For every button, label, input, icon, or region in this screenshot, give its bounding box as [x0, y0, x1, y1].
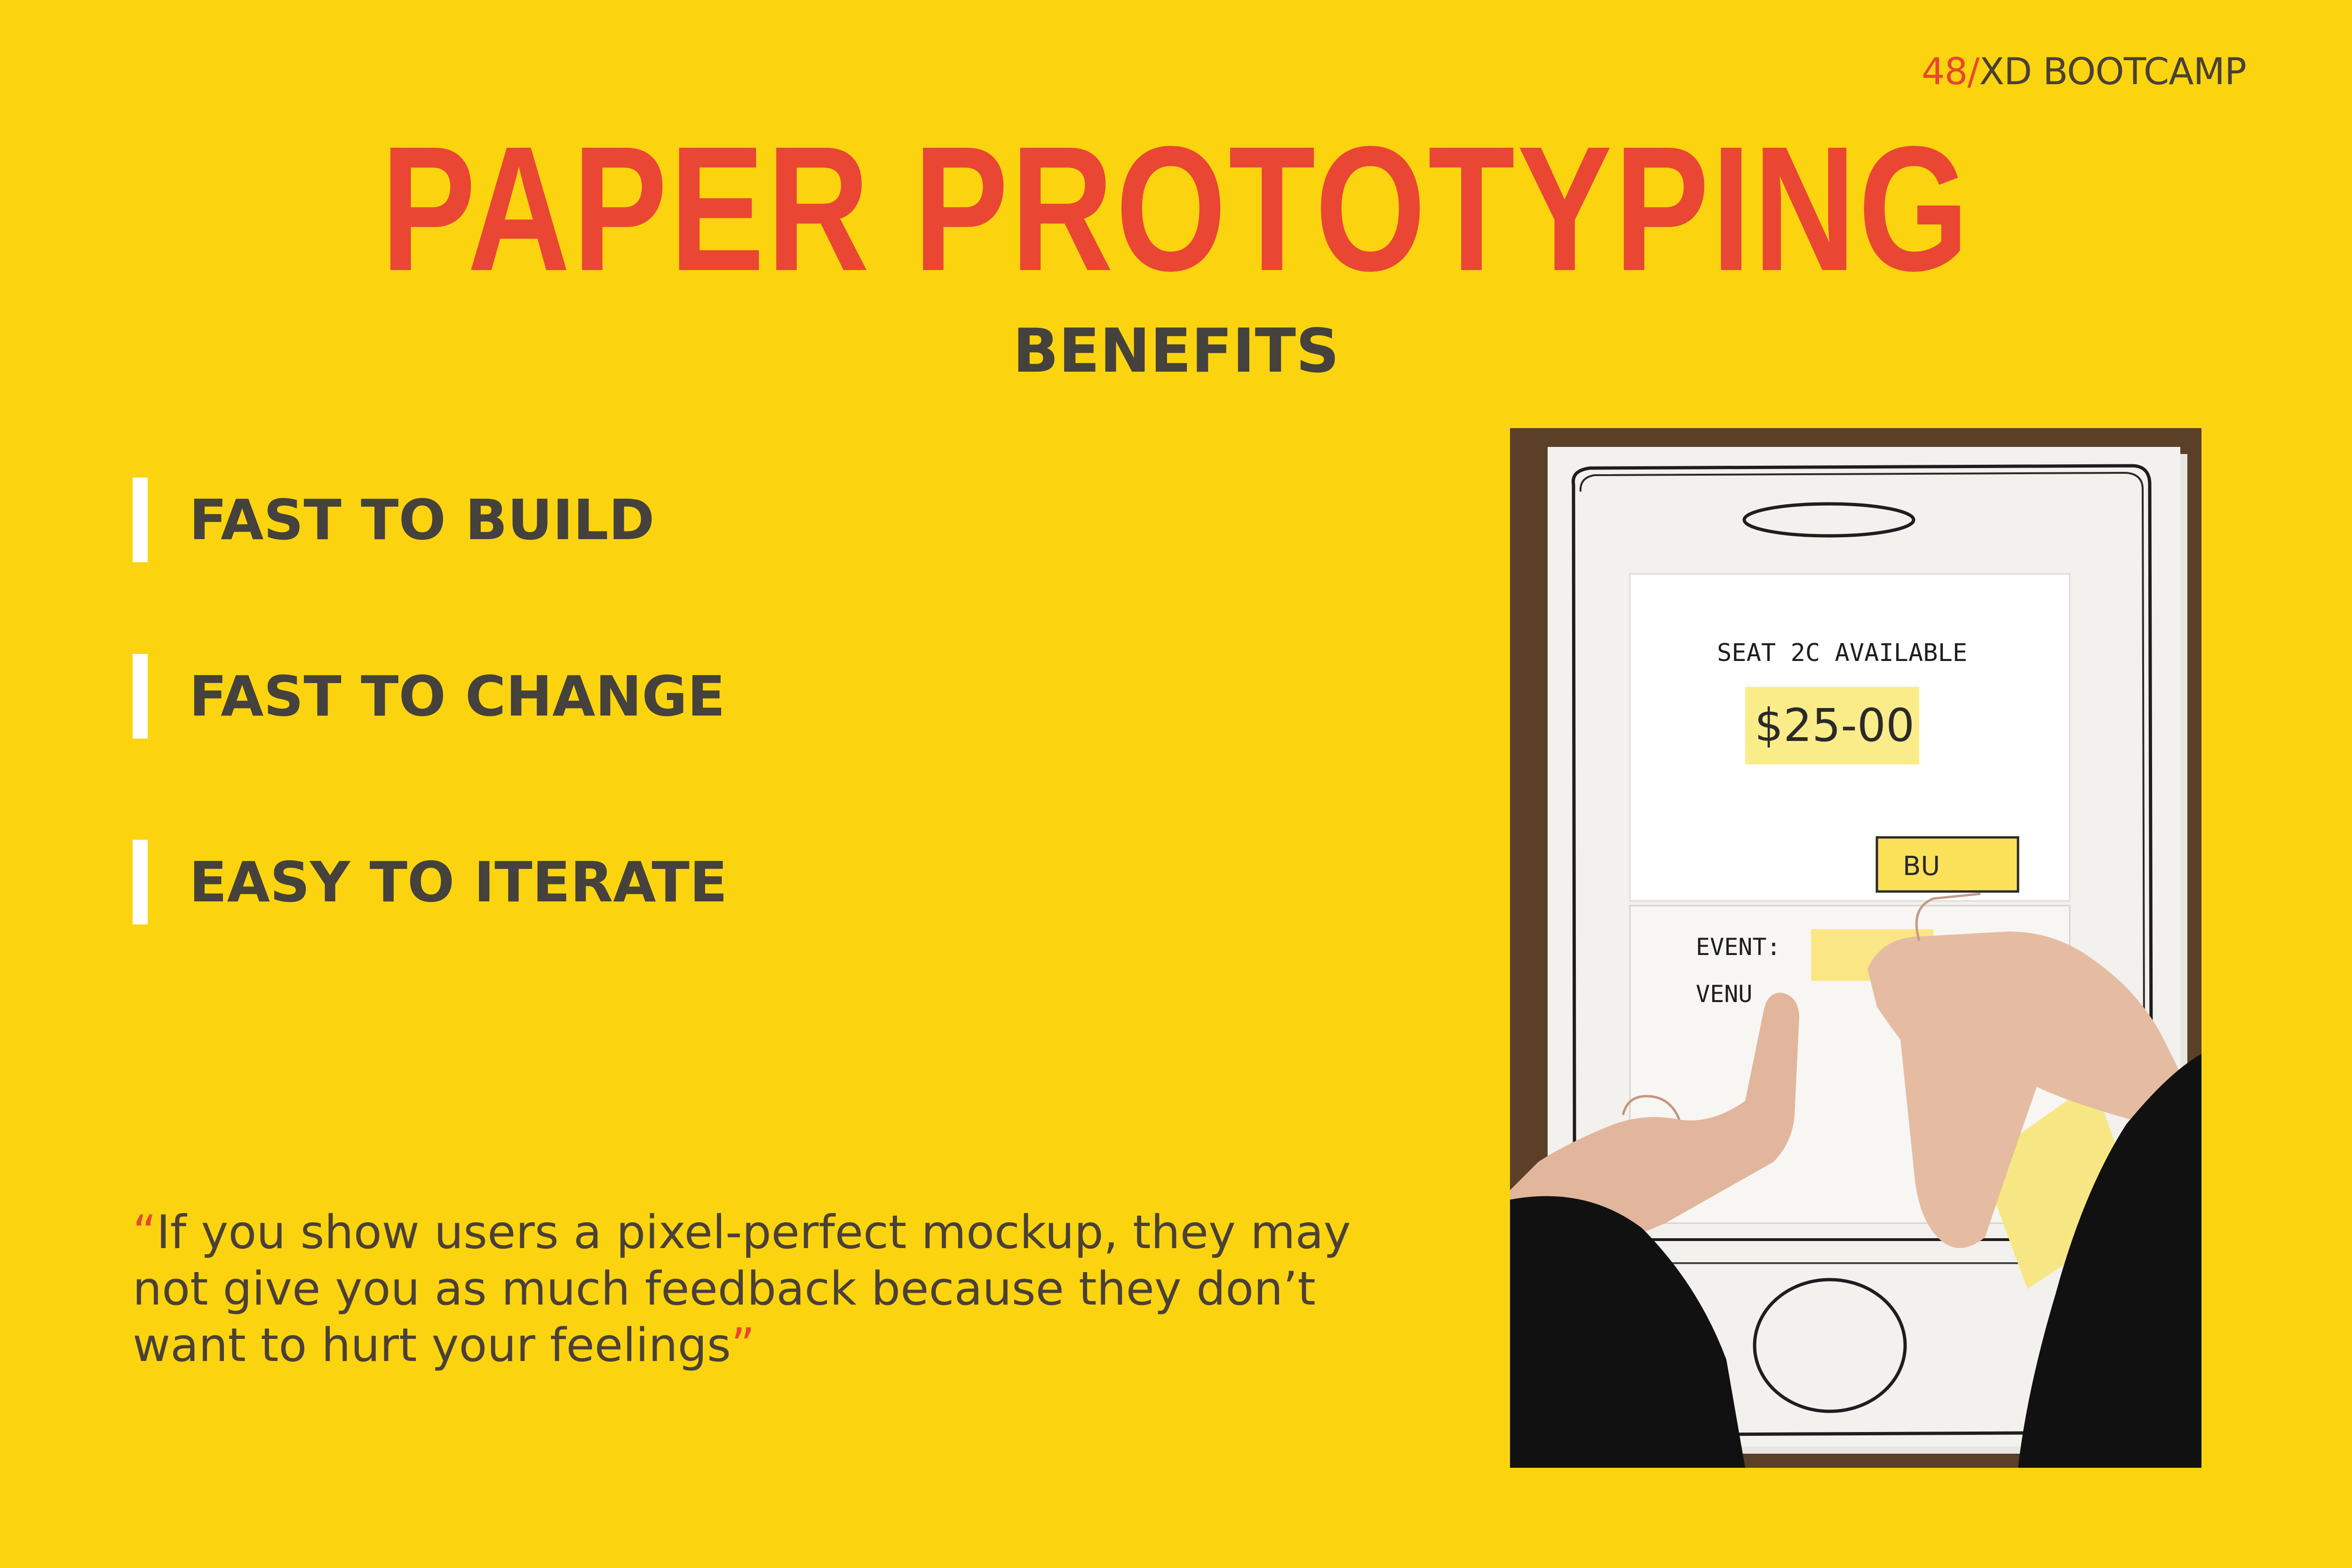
benefit-bar [133, 478, 148, 562]
benefit-label: EASY TO ITERATE [189, 850, 728, 915]
benefit-label: FAST TO BUILD [189, 487, 655, 552]
page-title: PAPER PROTOTYPING [381, 110, 1971, 308]
venue-label: VENU [1696, 980, 1752, 1008]
quote: “If you show users a pixel-perfect mocku… [133, 1204, 1379, 1374]
price-text: $25-00 [1755, 699, 1915, 752]
buy-button-sticky [1875, 836, 2019, 893]
page-subtitle: BENEFITS [1012, 316, 1340, 386]
benefit-bar [133, 654, 148, 739]
brand-name: XD BOOTCAMP [1979, 51, 2247, 93]
brand-slash: / [1967, 51, 1979, 93]
quote-open-mark: “ [133, 1206, 157, 1259]
brand-number: 48 [1922, 51, 1968, 93]
benefit-bar [133, 840, 148, 924]
seat-text: SEAT 2C AVAILABLE [1717, 639, 1967, 667]
quote-close-mark: ” [731, 1319, 755, 1372]
brand-label: 48/XD BOOTCAMP [1922, 51, 2247, 93]
event-label: EVENT: [1696, 933, 1781, 961]
benefit-label: FAST TO CHANGE [189, 664, 725, 729]
paper-prototype-photo: SEAT 2C AVAILABLE $25-00 BU EVENT: VENU [1510, 428, 2201, 1468]
buy-button-text: BU [1903, 851, 1940, 882]
